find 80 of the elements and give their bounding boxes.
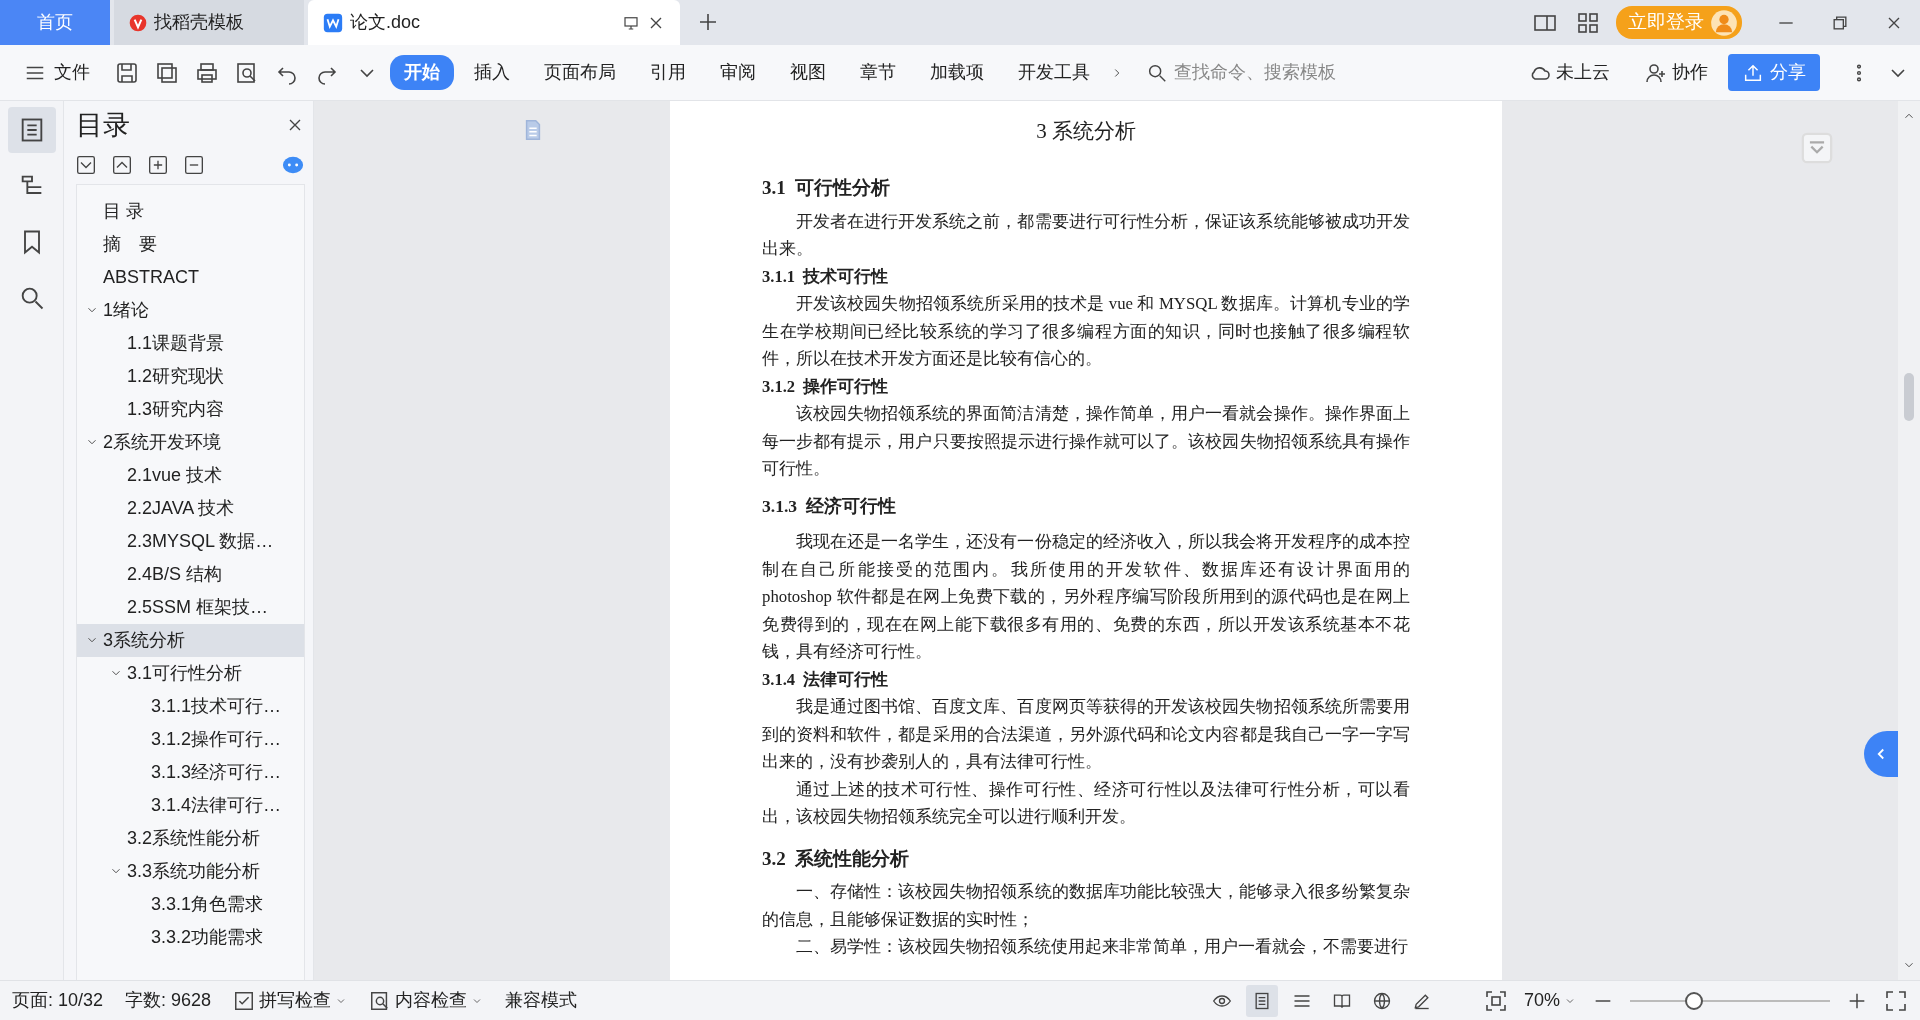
outline-item[interactable]: 摘 要 [77, 227, 304, 261]
section-heading: 3.1.3 经济可行性 [762, 494, 897, 518]
outline-item[interactable]: 2.4B/S 结构 [77, 557, 304, 591]
outline-item[interactable]: 1.2研究现状 [77, 359, 304, 393]
outline-item[interactable]: 3.2系统性能分析 [77, 821, 304, 855]
ribbon-tab[interactable]: 开发工具 [1004, 55, 1104, 90]
panel-title: 目录 [76, 109, 130, 142]
paragraph: 开发者在进行开发系统之前，都需要进行可行性分析，保证该系统能够被成功开发出来。 [762, 210, 1410, 261]
outline-item[interactable]: 1绪论 [77, 293, 304, 327]
ribbon-tab[interactable]: 视图 [776, 55, 840, 90]
outline-item[interactable]: 3.1.4法律可行… [77, 788, 304, 822]
ribbon-tab[interactable]: 章节 [846, 55, 910, 90]
scrollbar-thumb[interactable] [1904, 373, 1914, 421]
outline-item[interactable]: 2.5SSM 框架技… [77, 590, 304, 624]
share-button[interactable]: 分享 [1728, 54, 1820, 91]
expand-icon[interactable] [112, 154, 132, 175]
fullscreen-icon[interactable] [1884, 988, 1908, 1013]
word-count: 字数: 9628 [125, 989, 212, 1012]
outline-item[interactable]: 2.3MYSQL 数据… [77, 524, 304, 558]
ribbon-tab[interactable]: 插入 [460, 55, 524, 90]
paragraph: 我现在还是一名学生，还没有一份稳定的经济收入，所以我会将开发程序的成本控制在自己所能接受的范围内。我所使用的开发软件、数据库还有设计界面用的 photoshop 软件都是在网上免费下载的，另外程序编写阶段所用到的源代码也是在网上免费得到的，现在在网上能下载很多有用的、免费的东西，所以开发该系统基本不花钱，具有经济可行性。 [762, 531, 1410, 664]
collapse-panel-button[interactable] [1864, 731, 1898, 777]
paragraph: 二、易学性：该校园失物招领系统使用起来非常简单，用户一看就会，不需要进行 [794, 936, 1409, 959]
page-count: 页面: 10/32 [12, 989, 104, 1012]
cloud-button[interactable]: 未上云 [1514, 55, 1624, 90]
ribbon-tab[interactable]: 引用 [636, 55, 700, 90]
fit-page-icon[interactable] [1483, 988, 1508, 1013]
tab[interactable]: 找稻壳模板 [114, 0, 304, 45]
outline-item[interactable]: 3.1可行性分析 [77, 656, 304, 690]
spell-check-button[interactable]: 拼写检查 [233, 987, 348, 1014]
apps-grid-icon[interactable] [1576, 10, 1600, 35]
section-heading: 3.1.1 技术可行性 [762, 265, 890, 288]
docer-logo-icon [128, 12, 148, 33]
save-icon[interactable] [115, 60, 139, 85]
sidebar-button[interactable] [7, 107, 56, 153]
section-heading: 3.1 可行性分析 [762, 176, 892, 201]
slider-thumb[interactable] [1685, 991, 1703, 1010]
chapter-heading: 3 系统分析 [1035, 119, 1137, 145]
outline-item[interactable]: 3.1.3经济可行… [77, 755, 304, 789]
outline-item[interactable]: 2.2JAVA 技术 [77, 491, 304, 525]
ribbon-tab[interactable]: 开始 [390, 55, 454, 90]
outline-item[interactable]: 1.1课题背景 [77, 326, 304, 360]
print-icon[interactable] [195, 60, 219, 85]
compat-mode-label: 兼容模式 [505, 989, 578, 1012]
content-check-button[interactable]: 内容检查 [369, 987, 484, 1014]
outline-item[interactable]: 3.3系统功能分析 [77, 854, 304, 888]
view-mode-button[interactable] [1245, 984, 1278, 1017]
check-box-icon [233, 989, 256, 1012]
writer-logo-icon [322, 11, 344, 34]
paragraph: 我是通过图书馆、百度文库、百度网页等获得的开发该校园失物招领系统所需要用到的资料和软件，都是采用的合法渠道，另外源代码和论文内容都是我自己一字一字写出来的，没有抄袭别人的，具有法律可行性。 [762, 696, 1410, 774]
section-heading: 3.1.4 法律可行性 [762, 668, 890, 691]
collapse-icon[interactable] [76, 154, 96, 175]
outline-item[interactable]: 3.1.1技术可行… [77, 689, 304, 723]
outline-item[interactable]: 3.1.2操作可行… [77, 722, 304, 756]
outline-item[interactable]: ABSTRACT [77, 260, 304, 294]
ribbon-tab[interactable]: 加载项 [916, 55, 998, 90]
file-menu[interactable]: 文件 [10, 55, 104, 90]
outline-item[interactable]: 1.3研究内容 [77, 392, 304, 426]
outline-item[interactable]: 目 录 [77, 194, 304, 228]
ribbon-tab[interactable]: 审阅 [706, 55, 770, 90]
section-heading: 3.2 系统性能分析 [762, 846, 911, 871]
section-heading: 3.1.2 操作可行性 [762, 375, 890, 398]
outline-item[interactable]: 3.3.1角色需求 [77, 887, 304, 921]
remove-icon[interactable] [184, 154, 204, 175]
collaborate-button[interactable]: 协作 [1630, 55, 1722, 90]
search-field[interactable]: 查找命令、搜索模板 [1172, 58, 1372, 87]
outline-item[interactable]: 3系统分析 [77, 623, 304, 657]
paragraph: 通过上述的技术可行性、操作可行性、经济可行性以及法律可行性分析，可以看出，该校园失物招领系统完全可以进行顺利开发。 [762, 778, 1410, 829]
paragraph: 开发该校园失物招领系统所采用的技术是 vue 和 MYSQL 数据库。计算机专业的学生在学校期间已经比较系统的学习了很多编程方面的知识，同时也接触了很多编程软件，所以在技术开发方面还是比较有信心的。 [762, 293, 1410, 371]
export-icon[interactable] [155, 60, 179, 85]
avatar-icon [1710, 8, 1738, 37]
zoom-dropdown[interactable]: 70% [1523, 987, 1576, 1014]
outline-item[interactable]: 3.3.2功能需求 [77, 920, 304, 954]
add-icon[interactable] [148, 154, 168, 175]
paragraph: 一、存储性：该校园失物招领系统的数据库功能比较强大，能够录入很多纷繁复杂的信息，且能够保证数据的实时性； [762, 881, 1410, 931]
outline-item[interactable]: 2系统开发环境 [77, 425, 304, 459]
outline-item[interactable]: 2.1vue 技术 [77, 458, 304, 492]
ribbon-tab[interactable]: 页面布局 [530, 55, 630, 90]
paragraph: 该校园失物招领系统的界面简洁清楚，操作简单，用户一看就会操作。操作界面上每一步都有提示，用户只要按照提示进行操作就可以了。该校园失物招领系统具有操作可行性。 [762, 403, 1410, 481]
tab[interactable]: 论文.doc [308, 0, 680, 45]
